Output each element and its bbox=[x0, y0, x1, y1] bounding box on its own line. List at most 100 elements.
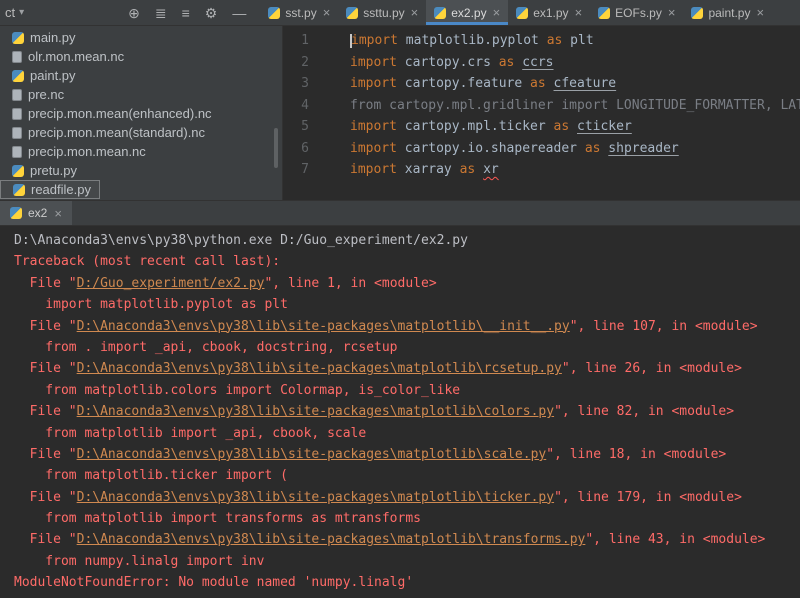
tab-label: ex2.py bbox=[451, 6, 486, 20]
editor-tab[interactable]: ex2.py × bbox=[426, 0, 508, 25]
close-icon[interactable]: × bbox=[54, 206, 62, 221]
close-icon[interactable]: × bbox=[756, 5, 764, 20]
editor-tab[interactable]: EOFs.py × bbox=[590, 0, 683, 25]
tree-item-label: pretu.py bbox=[30, 163, 77, 178]
line-number: 1 bbox=[283, 30, 309, 52]
line-number: 6 bbox=[283, 138, 309, 160]
tree-item[interactable]: readfile.py bbox=[0, 180, 100, 199]
tree-item[interactable]: main.py bbox=[0, 28, 282, 47]
tree-item[interactable]: precip.mon.mean.nc bbox=[0, 142, 282, 161]
python-icon bbox=[12, 165, 24, 177]
tree-item-label: readfile.py bbox=[31, 182, 91, 197]
file-icon bbox=[12, 89, 22, 101]
console-line: ModuleNotFoundError: No module named 'nu… bbox=[14, 572, 800, 593]
hide-panel-icon[interactable]: — bbox=[232, 6, 246, 20]
console-line: File "D:\Anaconda3\envs\py38\lib\site-pa… bbox=[14, 401, 800, 422]
run-tab-ex2[interactable]: ex2 × bbox=[0, 201, 72, 225]
code-line: 6 import cartopy.io.shapereader as shprea… bbox=[283, 138, 800, 160]
tree-item-label: precip.mon.mean(standard).nc bbox=[28, 125, 205, 140]
python-icon bbox=[516, 7, 528, 19]
code-line: 3 import cartopy.feature as cfeature bbox=[283, 73, 800, 95]
file-icon bbox=[12, 146, 22, 158]
code-text: import cartopy.mpl.ticker as cticker bbox=[350, 119, 632, 134]
python-icon bbox=[434, 7, 446, 19]
close-icon[interactable]: × bbox=[575, 5, 583, 20]
editor-tab-bar: sst.py×ssttu.py×ex2.py×ex1.py×EOFs.py×pa… bbox=[260, 0, 772, 25]
toolbar-icons: ⊕ ≣ ≡ ⚙ — bbox=[128, 0, 246, 25]
stack-trace-link[interactable]: D:\Anaconda3\envs\py38\lib\site-packages… bbox=[77, 319, 570, 334]
python-icon bbox=[12, 32, 24, 44]
collapse-all-icon[interactable]: ≣ bbox=[155, 6, 167, 20]
code-text: import cartopy.io.shapereader as shpread… bbox=[350, 141, 679, 156]
tree-item[interactable]: precip.mon.mean(standard).nc bbox=[0, 123, 282, 142]
tree-item[interactable]: precip.mon.mean(enhanced).nc bbox=[0, 104, 282, 123]
line-number: 5 bbox=[283, 116, 309, 138]
console-line: from matplotlib import _api, cbook, scal… bbox=[14, 423, 800, 444]
expand-collapse-icon[interactable]: ≡ bbox=[182, 6, 190, 20]
code-editor[interactable]: 1import matplotlib.pyplot as plt2import … bbox=[283, 26, 800, 200]
python-icon bbox=[13, 184, 25, 196]
console-line: from matplotlib.colors import Colormap, … bbox=[14, 380, 800, 401]
console-line: File "D:\Anaconda3\envs\py38\lib\site-pa… bbox=[14, 529, 800, 550]
close-icon[interactable]: × bbox=[411, 5, 419, 20]
console-line: Traceback (most recent call last): bbox=[14, 251, 800, 272]
console-line: File "D:\Anaconda3\envs\py38\lib\site-pa… bbox=[14, 358, 800, 379]
project-selector[interactable]: ct ▾ bbox=[0, 0, 32, 25]
file-icon bbox=[12, 127, 22, 139]
project-name: ct bbox=[5, 5, 15, 20]
close-icon[interactable]: × bbox=[493, 5, 501, 20]
stack-trace-link[interactable]: D:\Anaconda3\envs\py38\lib\site-packages… bbox=[77, 361, 562, 376]
tree-item[interactable]: olr.mon.mean.nc bbox=[0, 47, 282, 66]
main-area: main.py olr.mon.mean.nc paint.py pre.nc prec… bbox=[0, 26, 800, 200]
line-number: 4 bbox=[283, 95, 309, 117]
python-icon bbox=[12, 70, 24, 82]
run-tab-label: ex2 bbox=[28, 206, 47, 220]
file-icon bbox=[12, 108, 22, 120]
python-icon bbox=[691, 7, 703, 19]
console-line: File "D:\Anaconda3\envs\py38\lib\site-pa… bbox=[14, 444, 800, 465]
code-text: import cartopy.feature as cfeature bbox=[350, 76, 616, 91]
top-bar: ct ▾ ⊕≣≡⚙— sst.py×ssttu.py×ex2.py×ex1.py… bbox=[0, 0, 800, 26]
close-icon[interactable]: × bbox=[323, 5, 331, 20]
tree-item[interactable]: paint.py bbox=[0, 66, 282, 85]
line-number: 3 bbox=[283, 73, 309, 95]
locate-icon[interactable]: ⊕ bbox=[128, 6, 140, 20]
tree-item-label: precip.mon.mean(enhanced).nc bbox=[28, 106, 212, 121]
tree-item-label: main.py bbox=[30, 30, 76, 45]
tree-item[interactable]: pre.nc bbox=[0, 85, 282, 104]
editor-tab[interactable]: ssttu.py × bbox=[338, 0, 426, 25]
stack-trace-link[interactable]: D:\Anaconda3\envs\py38\lib\site-packages… bbox=[77, 490, 554, 505]
stack-trace-link[interactable]: D:/Guo_experiment/ex2.py bbox=[77, 276, 265, 291]
settings-gear-icon[interactable]: ⚙ bbox=[205, 6, 218, 20]
chevron-down-icon: ▾ bbox=[19, 7, 24, 18]
console-line: import matplotlib.pyplot as plt bbox=[14, 294, 800, 315]
console-output[interactable]: D:\Anaconda3\envs\py38\python.exe D:/Guo… bbox=[0, 226, 800, 598]
project-tree-panel: main.py olr.mon.mean.nc paint.py pre.nc prec… bbox=[0, 26, 283, 200]
run-tab-bar: ex2 × bbox=[0, 200, 800, 226]
console-line: D:\Anaconda3\envs\py38\python.exe D:/Guo… bbox=[14, 230, 800, 251]
console-line: File "D:\Anaconda3\envs\py38\lib\site-pa… bbox=[14, 316, 800, 337]
tab-label: EOFs.py bbox=[615, 6, 662, 20]
tab-label: ssttu.py bbox=[363, 6, 404, 20]
tree-item-label: precip.mon.mean.nc bbox=[28, 144, 146, 159]
python-icon bbox=[346, 7, 358, 19]
tree-item-label: paint.py bbox=[30, 68, 76, 83]
stack-trace-link[interactable]: D:\Anaconda3\envs\py38\lib\site-packages… bbox=[77, 447, 547, 462]
tab-label: ex1.py bbox=[533, 6, 568, 20]
tree-item[interactable]: pretu.py bbox=[0, 161, 282, 180]
editor-tab[interactable]: sst.py× bbox=[260, 0, 338, 25]
stack-trace-link[interactable]: D:\Anaconda3\envs\py38\lib\site-packages… bbox=[77, 404, 554, 419]
editor-tab[interactable]: paint.py × bbox=[683, 0, 772, 25]
tab-label: paint.py bbox=[708, 6, 750, 20]
console-line: from . import _api, cbook, docstring, rc… bbox=[14, 337, 800, 358]
stack-trace-link[interactable]: D:\Anaconda3\envs\py38\lib\site-packages… bbox=[77, 532, 586, 547]
file-icon bbox=[12, 51, 22, 63]
tree-scrollbar[interactable] bbox=[274, 128, 278, 168]
line-number: 2 bbox=[283, 52, 309, 74]
console-line: from matplotlib.ticker import ( bbox=[14, 465, 800, 486]
console-line: File "D:\Anaconda3\envs\py38\lib\site-pa… bbox=[14, 487, 800, 508]
project-tree: main.py olr.mon.mean.nc paint.py pre.nc prec… bbox=[0, 28, 282, 199]
editor-tab[interactable]: ex1.py × bbox=[508, 0, 590, 25]
python-icon bbox=[268, 7, 280, 19]
close-icon[interactable]: × bbox=[668, 5, 676, 20]
